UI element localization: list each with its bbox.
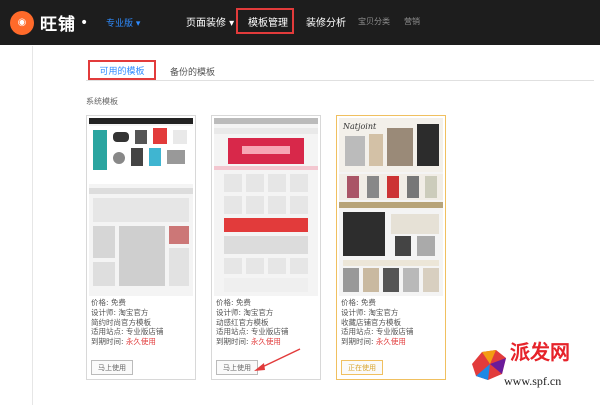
designer: 设计师: 淘宝官方 xyxy=(341,307,399,317)
chevron-down-icon: ▾ xyxy=(135,19,141,29)
tab-backup-templates[interactable]: 备份的模板 xyxy=(170,65,215,78)
nav-marketing[interactable]: 营销 xyxy=(404,16,420,27)
annotation-arrow-icon xyxy=(254,348,301,371)
price: 价格: 免费 xyxy=(91,298,126,307)
edition-selector[interactable]: 专业版 ▾ xyxy=(106,16,140,29)
template-card-favorite-shop: Natjoint 价格: 免费 设计师: 淘宝官方 收藏店铺官方模板 适用站点:… xyxy=(336,115,446,380)
shop-logo-icon: ◉ xyxy=(10,10,34,35)
nav-page-decoration[interactable]: 页面装修 ▾ xyxy=(186,14,234,29)
site-watermark: 派发网 www.spf.cn xyxy=(470,330,598,402)
watermark-chinese: 派发网 xyxy=(510,340,570,364)
template-info-3: 价格: 免费 设计师: 淘宝官方 收藏店铺官方模板 适用站点: 专业版店铺 到期… xyxy=(341,298,413,347)
applicable-site: 适用站点: 专业版店铺 xyxy=(341,327,414,337)
logo-dot: • xyxy=(80,14,89,31)
template-card-simple-fashion: 价格: 免费 设计师: 淘宝官方 简约时尚官方模板 适用站点: 专业版店铺 到期… xyxy=(86,115,196,380)
template-name: 收藏店铺官方模板 xyxy=(341,317,401,327)
template-preview-3[interactable]: Natjoint xyxy=(339,118,443,296)
price: 价格: 免费 xyxy=(341,298,376,307)
expire-value: 永久使用 xyxy=(125,337,156,347)
watermark-url: www.spf.cn xyxy=(504,374,562,388)
designer: 设计师: 淘宝官方 xyxy=(216,307,274,317)
in-use-button[interactable]: 正在使用 xyxy=(341,360,383,375)
active-nav-highlight xyxy=(236,8,294,34)
expire-time: 到期时间: 永久使用 xyxy=(341,337,406,347)
top-navigation-bar: ◉ 旺铺 • 专业版 ▾ 页面装修 ▾ 模板管理 装修分析 宝贝分类 营销 xyxy=(0,0,600,45)
nav-decoration-analysis[interactable]: 装修分析 xyxy=(306,14,346,29)
template-name: 简约时尚官方模板 xyxy=(91,317,151,327)
template-card-dynamic-red: 价格: 免费 设计师: 淘宝官方 动感红官方模板 适用站点: 专业版店铺 到期时… xyxy=(211,115,321,380)
section-title: 系统模板 xyxy=(86,97,118,106)
template-info-2: 价格: 免费 设计师: 淘宝官方 动感红官方模板 适用站点: 专业版店铺 到期时… xyxy=(216,298,288,347)
price: 价格: 免费 xyxy=(216,298,251,307)
tab-divider xyxy=(86,80,594,81)
designer: 设计师: 淘宝官方 xyxy=(91,307,149,317)
use-now-button[interactable]: 马上使用 xyxy=(91,360,133,375)
applicable-site: 适用站点: 专业版店铺 xyxy=(91,327,164,337)
nav-item-category[interactable]: 宝贝分类 xyxy=(358,16,390,27)
expire-time: 到期时间: 永久使用 xyxy=(91,337,156,347)
expire-value: 永久使用 xyxy=(375,337,406,347)
wangpu-logo[interactable]: ◉ 旺铺 • xyxy=(10,10,88,35)
template-info-1: 价格: 免费 设计师: 淘宝官方 简约时尚官方模板 适用站点: 专业版店铺 到期… xyxy=(91,298,163,347)
edition-label: 专业版 xyxy=(106,19,134,29)
preview-brand-text: Natjoint xyxy=(343,122,377,131)
applicable-site: 适用站点: 专业版店铺 xyxy=(216,327,289,337)
template-name: 动感红官方模板 xyxy=(216,317,269,327)
tab-available-templates[interactable]: 可用的模板 xyxy=(88,60,156,80)
template-preview-1[interactable] xyxy=(89,118,193,296)
template-preview-2[interactable] xyxy=(214,118,318,296)
logo-text: 旺铺 xyxy=(40,15,76,35)
